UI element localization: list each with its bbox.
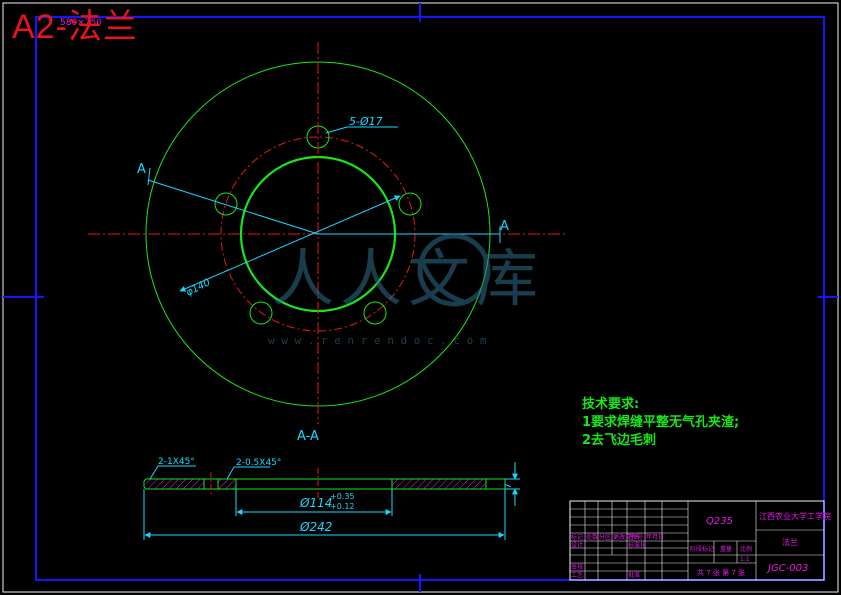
title-block: 标记 处数 分区 更改文件号 签名 年月日 设计 标准化 阶段标记 重量 比例 … — [569, 500, 831, 581]
watermark-url: w w w . r e n r e n d o c . c o m — [268, 334, 487, 347]
tb-review: 审核 — [571, 563, 583, 571]
tech-req-heading: 技术要求: — [582, 396, 639, 412]
bolt-holes-label: 5-Ø17 — [349, 115, 383, 128]
tb-stage-mark: 阶段标记 — [690, 545, 714, 553]
chamfer-inner-label: 2-0.5X45° — [236, 458, 281, 468]
tb-mark: 标记 — [571, 533, 583, 541]
tb-zone: 分区 — [599, 533, 611, 541]
tb-scale: 比例 — [740, 545, 752, 553]
drawing-canvas: 580×750 A A 5-Ø17 φ140 A-A 2-1X45° 2-0.5… — [2, 2, 839, 593]
tb-standardize: 标准化 — [628, 541, 646, 549]
section-hatch-left — [146, 479, 204, 489]
watermark-cn: 人人文库 — [272, 242, 544, 315]
tb-part-name: 法兰 — [782, 537, 798, 547]
section-mark-left: A — [137, 162, 146, 177]
tb-weight: 重量 — [720, 545, 732, 553]
tech-req-line1: 1要求焊缝平整无气孔夹渣; — [582, 414, 739, 430]
tb-count: 处数 — [586, 533, 598, 541]
tb-approve: 批准 — [628, 571, 640, 579]
tb-material: Q235 — [706, 516, 733, 527]
bore-tol-upper: +0.35 — [330, 492, 355, 501]
tb-design: 设计 — [571, 541, 583, 549]
tb-scale-value: 1:1 — [740, 556, 750, 563]
overlay-title: A2-法兰 — [12, 8, 138, 46]
tb-school: 江西农业大学工学院 — [759, 511, 831, 521]
tb-sheet-info: 共 7 张 第 7 张 — [697, 568, 745, 577]
section-hatch-left-inner — [218, 479, 236, 489]
chamfer-outer-label: 2-1X45° — [158, 457, 195, 467]
section-mark-right: A — [500, 219, 509, 234]
section-view: 2-1X45° 2-0.5X45° Ø114 +0.35 +0.12 Ø242 … — [143, 457, 520, 540]
tech-requirements: 技术要求: 1要求焊缝平整无气孔夹渣; 2去飞边毛刺 — [582, 396, 739, 448]
pcd-label: φ140 — [184, 277, 212, 298]
bore-label: Ø114 — [299, 496, 332, 510]
section-hatch-right — [392, 479, 486, 489]
tech-req-line2: 2去飞边毛刺 — [582, 432, 656, 448]
center-lines — [88, 42, 565, 424]
tb-process: 工艺 — [571, 571, 583, 579]
bore-tol-lower: +0.12 — [330, 502, 355, 511]
section-cut-line — [147, 167, 501, 243]
thickness-label: 7 — [504, 483, 514, 489]
bolt-hole — [214, 192, 238, 216]
tb-date: 年月日 — [646, 533, 664, 541]
section-view-label: A-A — [297, 429, 319, 444]
tb-drawing-no: JGC-003 — [766, 563, 808, 574]
tb-signature: 签名 — [628, 533, 640, 541]
od-label: Ø242 — [299, 520, 332, 534]
